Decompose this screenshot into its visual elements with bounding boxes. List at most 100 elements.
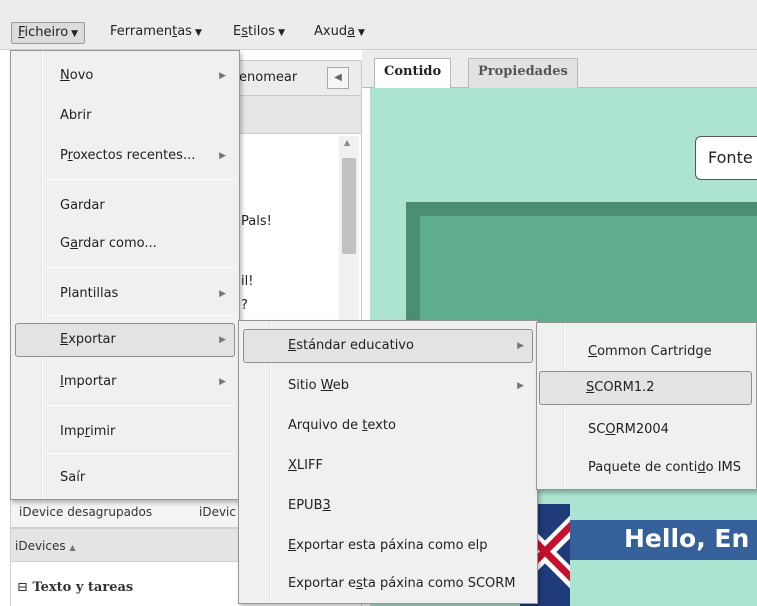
menu-item-importar[interactable]: Importar ▶ — [15, 365, 235, 399]
label-part: Paquete de conti — [588, 460, 698, 475]
menu-item-scorm12[interactable]: SCORM1.2 — [539, 371, 752, 405]
label-part: Exportar e — [288, 576, 356, 591]
label-part: ta páxina como SCORM — [362, 576, 516, 591]
label-part: ovo — [69, 68, 94, 83]
collapse-panel-button[interactable]: ◀ — [327, 67, 349, 89]
chevron-down-icon: ▼ — [194, 28, 202, 38]
chevron-down-icon: ▼ — [71, 29, 79, 39]
scroll-up-icon[interactable]: ▲ — [344, 138, 350, 147]
category-texto-tareas[interactable]: ⊟ Texto y tareas — [17, 580, 133, 595]
menu-item-xliff[interactable]: XLIFF — [243, 449, 533, 483]
menu-item-plantillas[interactable]: Plantillas ▶ — [15, 277, 235, 311]
label-part: eb — [332, 378, 350, 393]
menu-item-abrir[interactable]: Abrir — [15, 99, 235, 133]
menu-label-part: tilos — [248, 24, 276, 39]
menu-label-part: icheiro — [24, 25, 69, 40]
menu-axuda[interactable]: Axuda ▼ — [308, 22, 371, 44]
label-part: CORM1.2 — [594, 380, 655, 395]
menu-label-part: Ferramen — [110, 24, 173, 39]
menu-item-gardar-como[interactable]: Gardar como... — [15, 227, 235, 261]
menu-separator — [45, 179, 235, 180]
menu-item-paquete-ims[interactable]: Paquete de contido IMS — [541, 451, 752, 485]
category-label: Texto y tareas — [32, 580, 134, 595]
label-part: Saír — [60, 470, 86, 485]
menu-separator — [45, 315, 235, 316]
menu-item-common-cartridge[interactable]: Common Cartridge — [541, 335, 752, 369]
label-mnemonic: E — [288, 338, 297, 353]
menu-item-imprimir[interactable]: Imprimir — [15, 415, 235, 449]
label-part: oxectos recentes... — [72, 148, 196, 163]
label-part: P — [60, 148, 68, 163]
label-mnemonic: C — [588, 344, 598, 359]
label-mnemonic: s — [356, 576, 363, 591]
fonte-button[interactable]: Fonte — [695, 136, 757, 180]
menu-item-epub3[interactable]: EPUB3 — [243, 489, 533, 523]
label-part: ommon Cartridge — [597, 344, 712, 359]
label-mnemonic: d — [697, 460, 706, 475]
label-part: xportar esta páxina como elp — [296, 538, 488, 553]
label-mnemonic: O — [605, 422, 616, 437]
menu-label-part: Axud — [314, 24, 348, 39]
menu-estilos[interactable]: Estilos ▼ — [227, 22, 291, 44]
label-part: exto — [367, 418, 396, 433]
submenu-arrow-icon: ▶ — [219, 151, 226, 161]
menu-item-sair[interactable]: Saír — [15, 461, 235, 495]
label-part: Abrir — [60, 108, 92, 123]
label-part: o IMS — [705, 460, 742, 475]
tab-idevice-grouped[interactable]: iDevic — [199, 505, 236, 519]
menu-item-exportar[interactable]: Exportar ▶ — [15, 323, 235, 357]
label-part: SC — [588, 422, 606, 437]
label-part: EPUB — [288, 498, 323, 513]
menu-label-mnemonic: a — [347, 24, 356, 39]
label-mnemonic: E — [60, 332, 69, 347]
label-part: rdar como... — [78, 236, 157, 251]
menu-item-scorm2004[interactable]: SCORM2004 — [541, 413, 752, 447]
rename-button[interactable]: enomear — [239, 70, 297, 85]
tab-propiedades[interactable]: Propiedades — [468, 58, 578, 88]
menu-label-part: E — [233, 24, 242, 39]
label-mnemonic: W — [320, 378, 333, 393]
tree-node-text[interactable]: ? — [241, 298, 248, 313]
banner-title: Hello, En — [624, 524, 750, 553]
chevron-down-icon: ▼ — [278, 28, 285, 38]
label-mnemonic: a — [70, 236, 79, 251]
label-part: stándar educativo — [296, 338, 414, 353]
label-part: imir — [90, 424, 116, 439]
tree-node-text[interactable]: Pals! — [241, 214, 272, 229]
menu-label-part: as — [177, 24, 192, 39]
menu-item-arquivo-texto[interactable]: Arquivo de texto — [243, 409, 533, 443]
label-part: Sitio — [288, 378, 321, 393]
tree-scrollbar[interactable]: ▲ — [339, 136, 359, 336]
tab-contido[interactable]: Contido — [374, 58, 452, 88]
menu-item-exportar-elp[interactable]: Exportar esta páxina como elp — [243, 529, 533, 563]
label-part: Gardar — [60, 198, 105, 213]
left-arrow-icon: ◀ — [334, 72, 342, 83]
tab-idevice-ungrouped[interactable]: iDevice desagrupados — [19, 505, 152, 519]
submenu-arrow-icon: ▶ — [517, 381, 524, 391]
menu-item-exportar-scorm[interactable]: Exportar esta páxina como SCORM — [243, 567, 533, 601]
submenu-arrow-icon: ▶ — [219, 335, 226, 345]
label-part: G — [60, 236, 71, 251]
label-mnemonic: 3 — [322, 498, 331, 513]
menu-ferramentas[interactable]: Ferramentas ▼ — [104, 22, 208, 44]
minus-square-icon: ⊟ — [17, 580, 28, 595]
content-frame-inner — [420, 216, 757, 322]
menu-item-sitio-web[interactable]: Sitio Web ▶ — [243, 369, 533, 403]
label-part: mportar — [63, 374, 117, 389]
menu-separator — [45, 405, 235, 406]
menu-ficheiro[interactable]: Ficheiro ▼ — [11, 22, 86, 44]
label-part: RM2004 — [615, 422, 669, 437]
label-mnemonic: X — [288, 458, 297, 473]
menu-item-novo[interactable]: Novo ▶ — [15, 59, 235, 93]
menu-item-estandar-educativo[interactable]: Estándar educativo ▶ — [243, 329, 533, 363]
scrollbar-thumb[interactable] — [342, 158, 356, 254]
content-frame — [406, 202, 757, 322]
idevices-header-label: iDevices ▲ — [15, 539, 76, 553]
menu-item-proxectos-recentes[interactable]: Proxectos recentes... ▶ — [15, 139, 235, 173]
submenu-arrow-icon: ▶ — [219, 71, 226, 81]
submenu-arrow-icon: ▶ — [517, 341, 524, 351]
tree-node-text[interactable]: il! — [241, 274, 253, 289]
menu-item-gardar[interactable]: Gardar — [15, 189, 235, 223]
submenu-arrow-icon: ▶ — [219, 289, 226, 299]
label-mnemonic: E — [288, 538, 297, 553]
